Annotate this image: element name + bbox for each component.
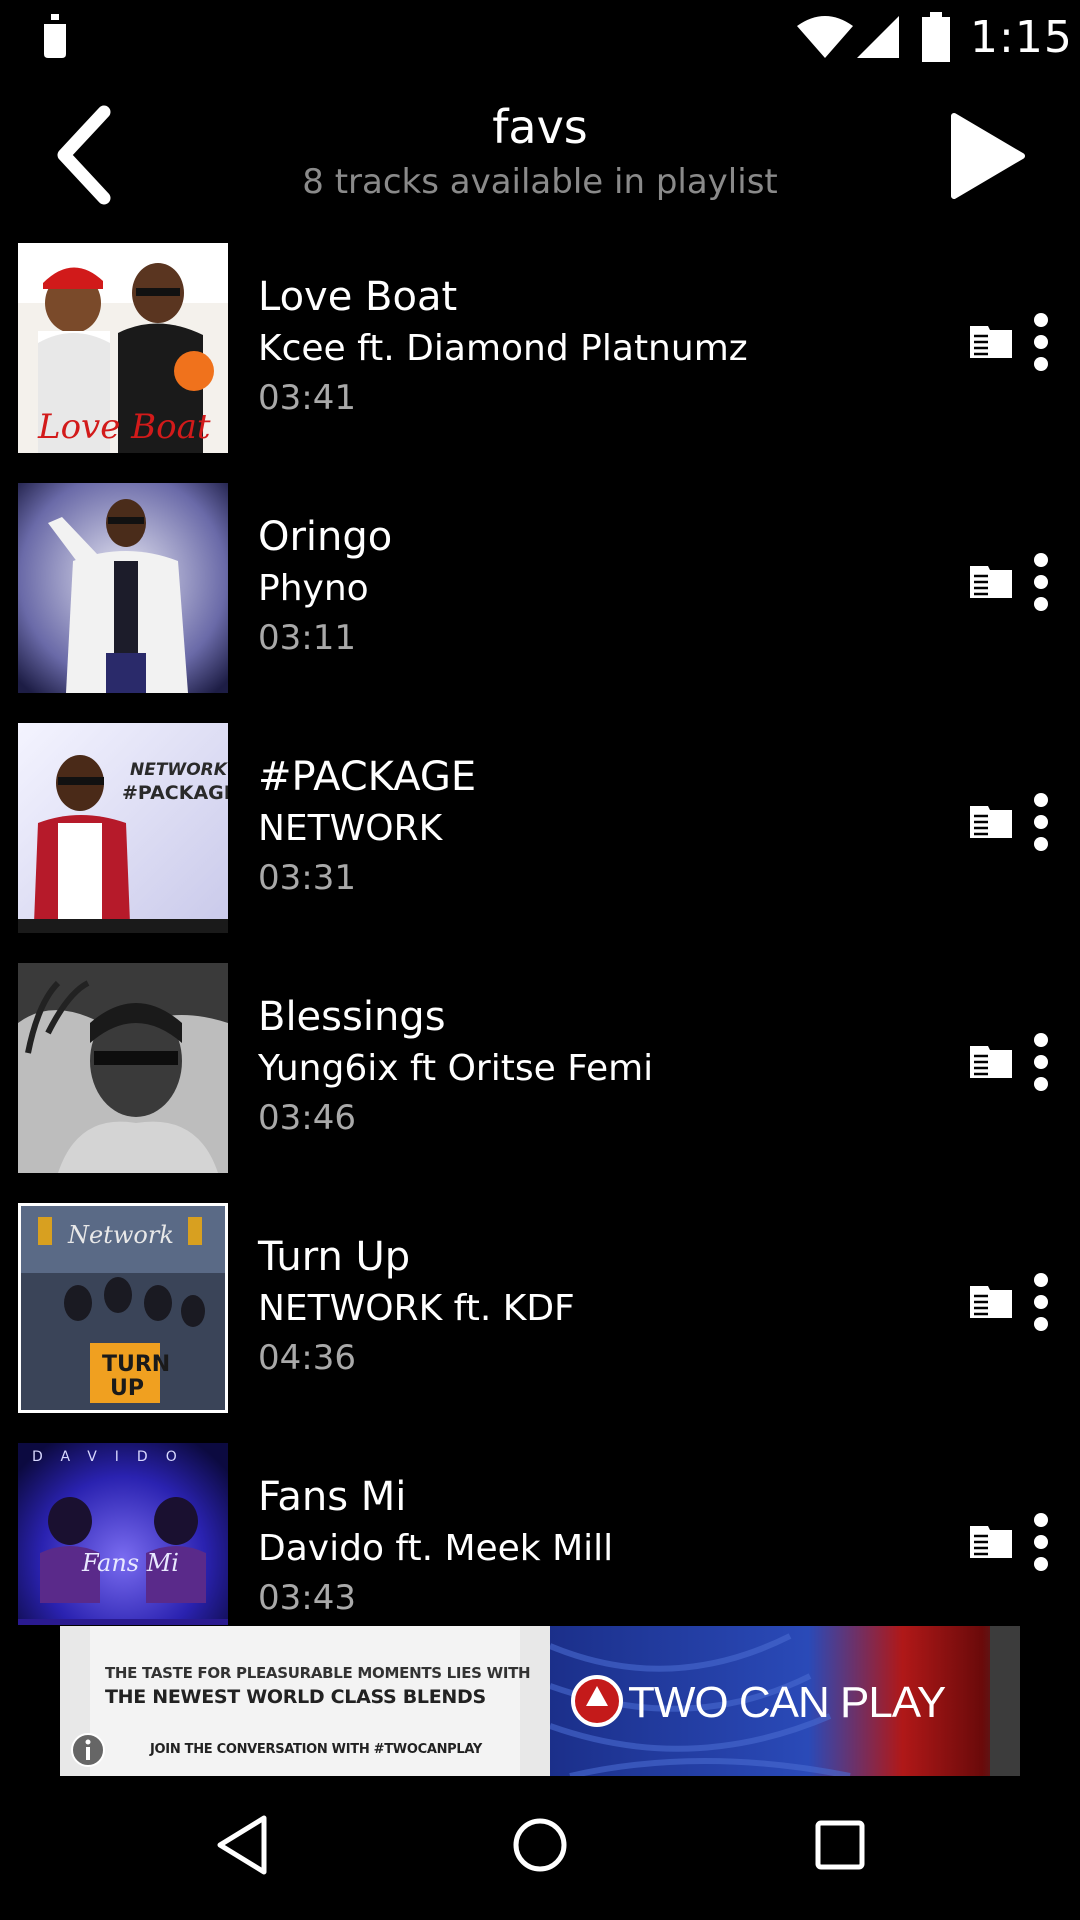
svg-text:NETWORK: NETWORK [130,760,228,780]
queue-icon[interactable] [968,1042,1014,1082]
album-cover: NETWORK #PACKAGE [18,723,228,933]
more-vertical-icon[interactable] [1024,792,1058,852]
track-artist: Phyno [258,568,369,609]
navigation-bar [0,1780,1080,1920]
album-cover: Network TURN UP [18,1203,228,1413]
play-all-button[interactable] [944,108,1028,204]
track-duration: 04:36 [258,1338,356,1378]
more-vertical-icon[interactable] [1024,1032,1058,1092]
app-root: 1:15 favs 8 tracks available in playlist [0,0,1080,1920]
track-duration: 03:31 [258,858,356,898]
nav-home-icon[interactable] [510,1810,570,1880]
notification-icon [44,14,66,58]
ad-line1: THE TASTE FOR PLEASURABLE MOMENTS LIES W… [105,1664,531,1682]
playlist-subtitle: 8 tracks available in playlist [302,162,778,202]
signal-icon [857,16,899,58]
svg-text:DAVIDO: DAVIDO [32,1449,195,1465]
track-artist: Yung6ix ft Oritse Femi [258,1048,654,1089]
track-title: Blessings [258,994,446,1040]
more-vertical-icon[interactable] [1024,312,1058,372]
status-bar: 1:15 [0,0,1080,78]
track-title: Fans Mi [258,1474,407,1520]
ad-text-panel: THE TASTE FOR PLEASURABLE MOMENTS LIES W… [60,1626,550,1776]
track-row[interactable]: DAVIDO Fans Mi Fans Mi Davido ft. Meek M… [0,1440,1080,1625]
svg-text:#PACKAGE: #PACKAGE [122,782,228,804]
track-title: Turn Up [258,1234,411,1280]
album-cover [18,483,228,693]
more-vertical-icon[interactable] [1024,1272,1058,1332]
svg-text:Network: Network [67,1221,174,1249]
track-row[interactable]: Oringo Phyno 03:11 [0,480,1080,720]
album-cover [18,963,228,1173]
battery-icon [922,12,950,62]
track-duration: 03:11 [258,618,356,658]
album-cover: DAVIDO Fans Mi [18,1443,228,1625]
ad-banner[interactable]: THE TASTE FOR PLEASURABLE MOMENTS LIES W… [60,1626,1020,1776]
svg-text:Love Boat: Love Boat [37,407,211,447]
track-artist: Davido ft. Meek Mill [258,1528,614,1569]
more-vertical-icon[interactable] [1024,1512,1058,1572]
queue-icon[interactable] [968,1282,1014,1322]
track-artist: NETWORK [258,808,443,849]
track-title: Love Boat [258,274,458,320]
ad-line2: THE NEWEST WORLD CLASS BLENDS [105,1686,486,1708]
queue-icon[interactable] [968,562,1014,602]
more-vertical-icon[interactable] [1024,552,1058,612]
track-row[interactable]: NETWORK #PACKAGE #PACKAGE NETWORK 03:31 [0,720,1080,960]
playlist-header: favs 8 tracks available in playlist [0,80,1080,230]
svg-text:TURN: TURN [102,1352,170,1377]
track-row[interactable]: Love Boat Love Boat Kcee ft. Diamond Pla… [0,240,1080,480]
ad-image-panel: TWO CAN PLAY [550,1626,1020,1776]
track-duration: 03:41 [258,378,356,418]
track-duration: 03:43 [258,1578,356,1618]
track-duration: 03:46 [258,1098,356,1138]
ad-brand: TWO CAN PLAY [628,1678,946,1727]
queue-icon[interactable] [968,322,1014,362]
track-list: Love Boat Love Boat Kcee ft. Diamond Pla… [0,240,1080,1625]
track-row[interactable]: Network TURN UP Turn Up NETWORK ft. KDF … [0,1200,1080,1440]
brand-logo-icon [571,1675,623,1727]
svg-text:UP: UP [110,1376,144,1401]
track-row[interactable]: Blessings Yung6ix ft Oritse Femi 03:46 [0,960,1080,1200]
track-title: Oringo [258,514,393,560]
nav-recents-icon[interactable] [808,1810,872,1880]
svg-text:Fans Mi: Fans Mi [81,1549,179,1577]
info-icon[interactable] [68,1730,108,1770]
wifi-icon [797,16,853,58]
track-artist: NETWORK ft. KDF [258,1288,575,1329]
queue-icon[interactable] [968,802,1014,842]
status-time: 1:15 [970,12,1073,63]
track-artist: Kcee ft. Diamond Platnumz [258,328,748,369]
track-title: #PACKAGE [258,754,477,800]
ad-line3: JOIN THE CONVERSATION WITH #TWOCANPLAY [150,1742,483,1757]
nav-back-icon[interactable] [212,1810,272,1880]
queue-icon[interactable] [968,1522,1014,1562]
play-icon [951,113,1025,199]
album-cover: Love Boat [18,243,228,453]
playlist-title: favs [492,100,588,154]
